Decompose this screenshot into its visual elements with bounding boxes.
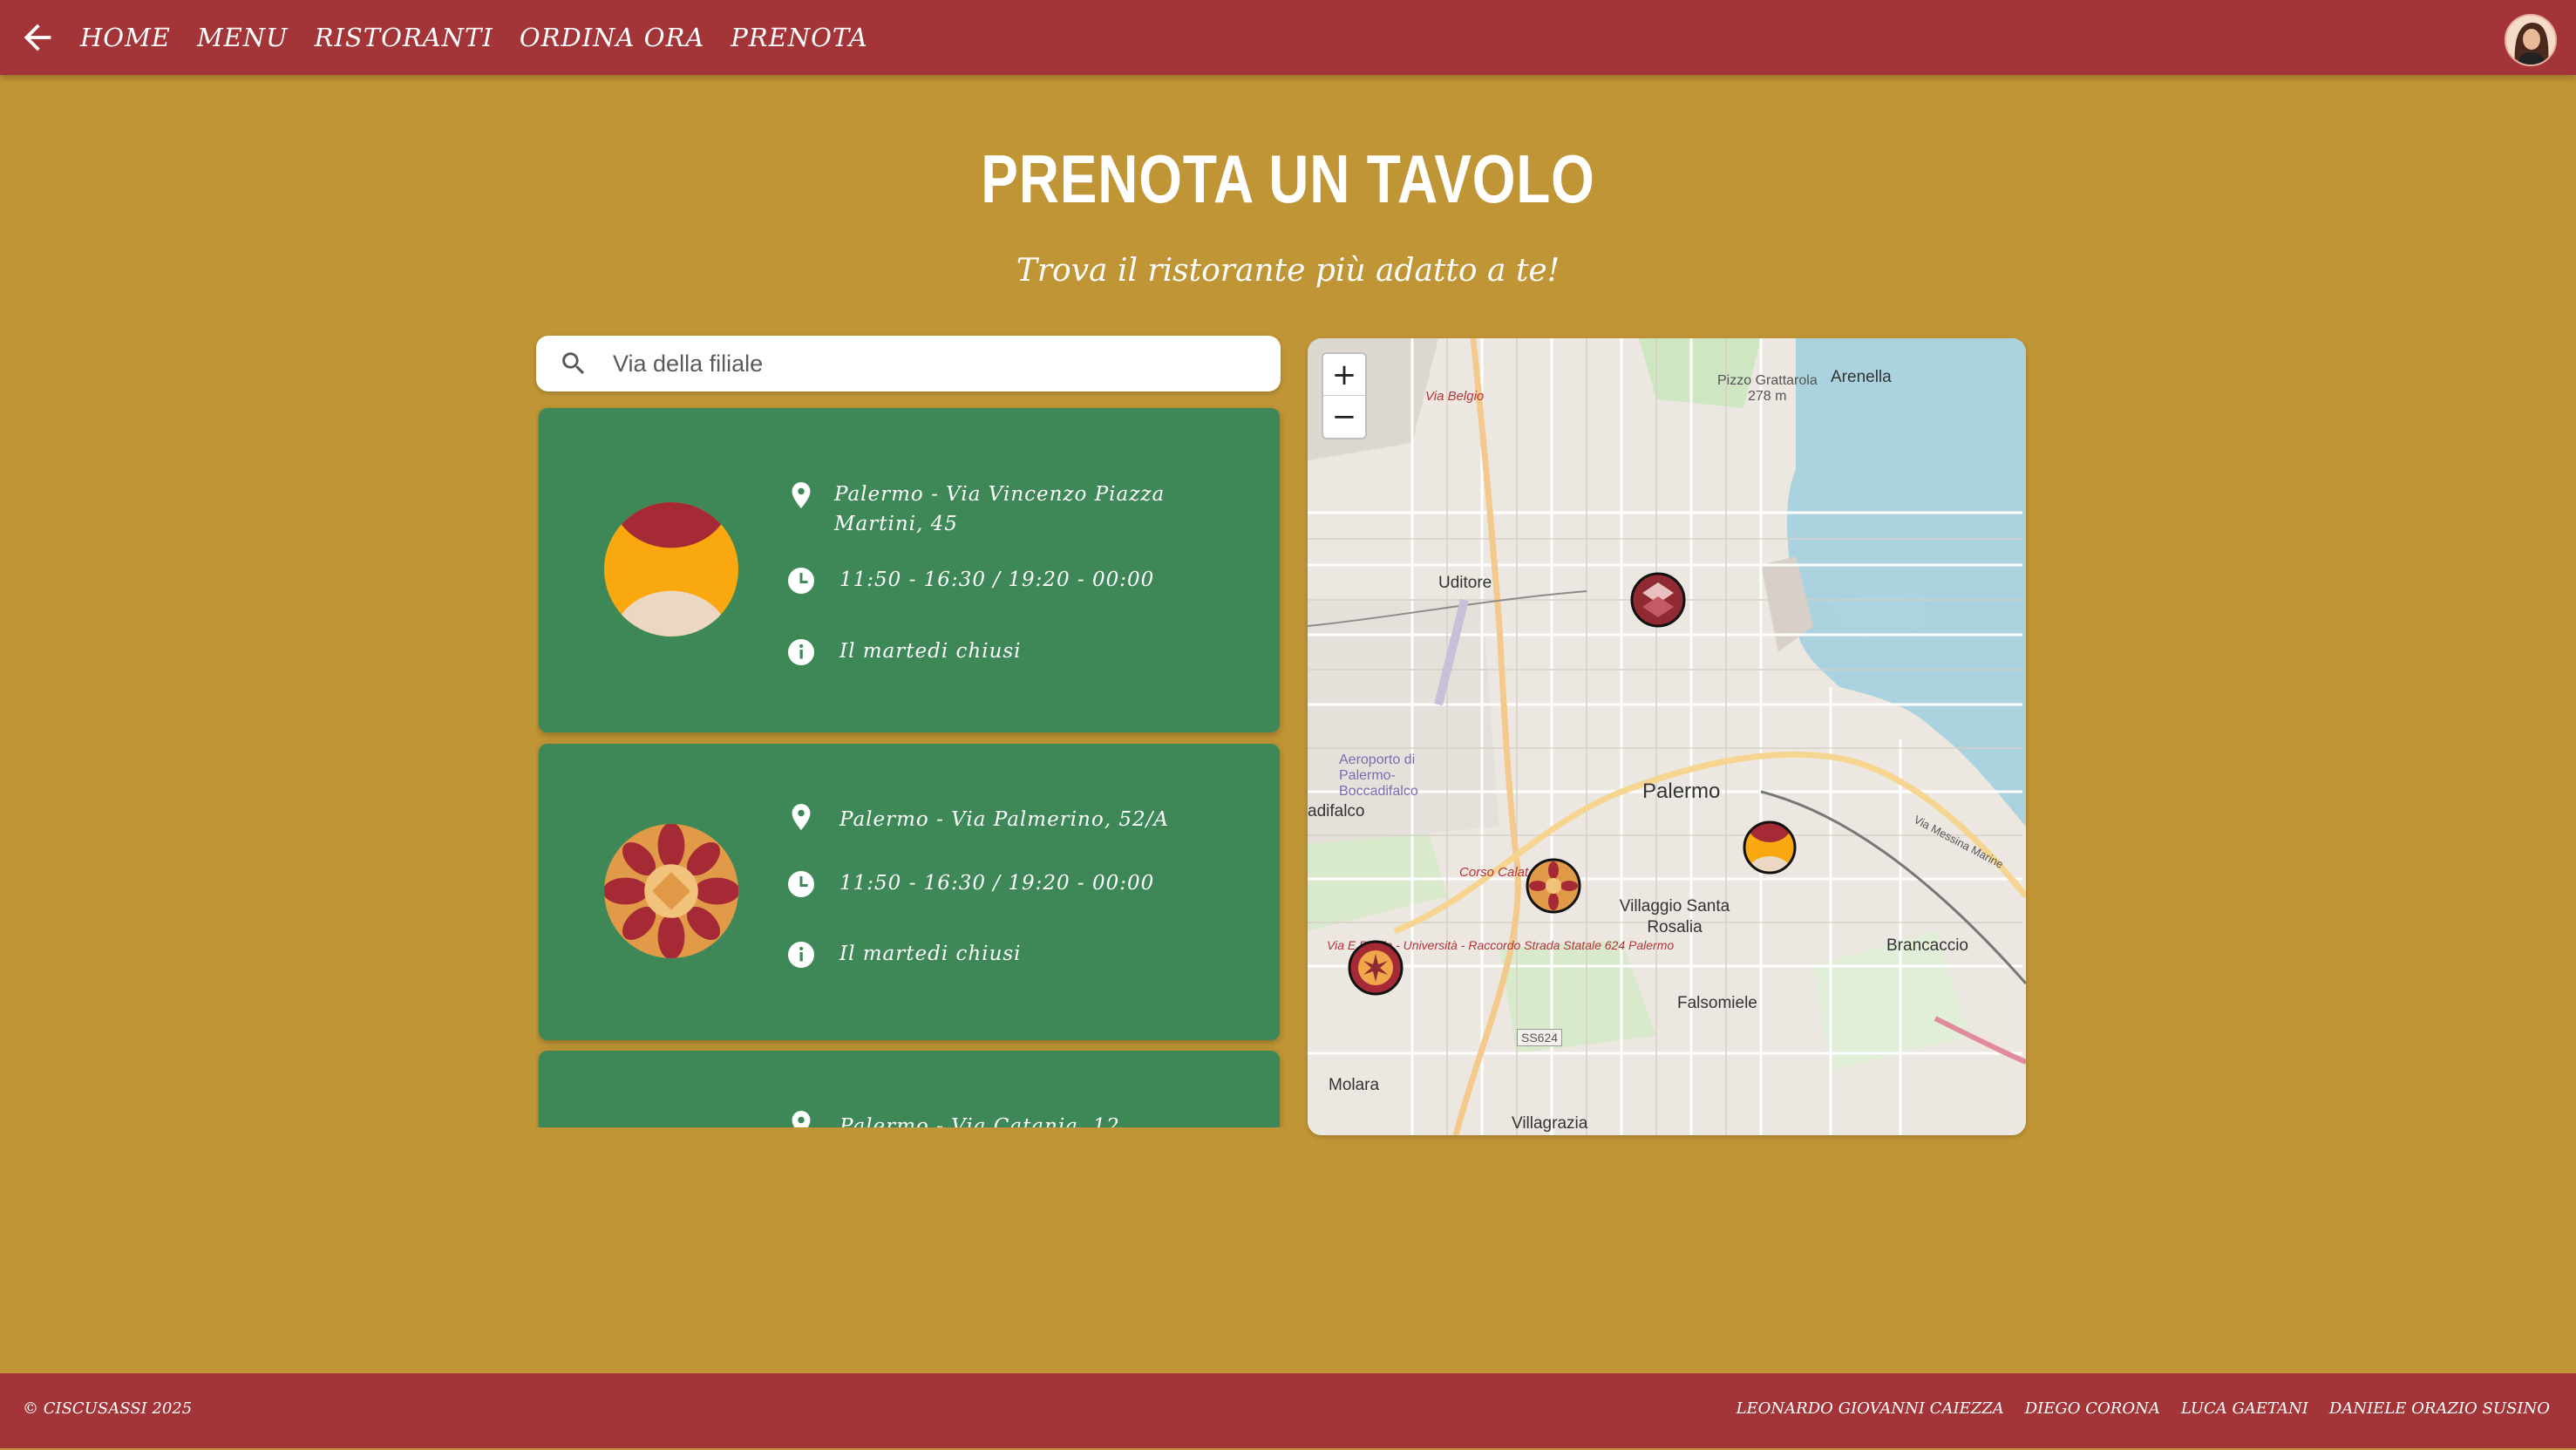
location-pin-icon bbox=[792, 1111, 811, 1127]
map-label: Villagrazia bbox=[1512, 1114, 1588, 1133]
restaurant-hours-row: 11:50 - 16:30 / 19:20 - 00:00 bbox=[785, 868, 1188, 900]
map-label: Brancaccio bbox=[1886, 936, 1968, 955]
restaurant-info-row: Il martedi chiusi bbox=[785, 637, 1188, 668]
nav-link-menu[interactable]: MENU bbox=[197, 23, 289, 52]
map-label: Falsomiele bbox=[1677, 994, 1757, 1012]
nav-link-home[interactable]: HOME bbox=[80, 23, 171, 52]
map-label: 278 m bbox=[1748, 389, 1787, 404]
map-label: Aeroporto di Palermo-Boccadifalco bbox=[1339, 752, 1418, 799]
restaurant-logo-icon bbox=[604, 824, 738, 958]
author-link[interactable]: LUCA GAETANI bbox=[2181, 1399, 2308, 1418]
map-label: Uditore bbox=[1438, 574, 1492, 592]
map-label: Via Belgio bbox=[1425, 389, 1485, 404]
back-arrow-icon[interactable] bbox=[17, 17, 58, 58]
restaurant-address: Palermo - Via Vincenzo Piazza Martini, 4… bbox=[834, 483, 1166, 535]
map-zoom-control: + − bbox=[1322, 352, 1367, 439]
author-list: LEONARDO GIOVANNI CAIEZZA DIEGO CORONA L… bbox=[1737, 1399, 2550, 1418]
page-subtitle: Trova il ristorante più adatto a te! bbox=[1016, 253, 1560, 289]
search-icon bbox=[562, 352, 585, 375]
map-marker[interactable] bbox=[1526, 858, 1581, 914]
restaurant-address-row: Palermo - Via Catania, 12 bbox=[785, 1108, 1188, 1127]
nav-link-ristoranti[interactable]: RISTORANTI bbox=[315, 23, 493, 52]
footer: © CISCUSASSI 2025 LEONARDO GIOVANNI CAIE… bbox=[0, 1373, 2576, 1448]
info-icon bbox=[788, 639, 814, 665]
map-label: adifalco bbox=[1308, 802, 1365, 820]
nav-link-prenota[interactable]: PRENOTA bbox=[731, 23, 867, 52]
map-marker[interactable] bbox=[1630, 572, 1686, 628]
author-link[interactable]: DANIELE ORAZIO SUSINO bbox=[2329, 1399, 2550, 1418]
restaurant-address: Palermo - Via Palmerino, 52/A bbox=[839, 808, 1169, 831]
map-tiles bbox=[1308, 338, 2026, 1135]
author-link[interactable]: LEONARDO GIOVANNI CAIEZZA bbox=[1737, 1399, 2004, 1418]
clock-icon bbox=[788, 568, 814, 594]
copyright: © CISCUSASSI 2025 bbox=[23, 1399, 193, 1418]
restaurant-info: Il martedi chiusi bbox=[839, 640, 1022, 663]
author-link[interactable]: DIEGO CORONA bbox=[2025, 1399, 2160, 1418]
map-label: SS624 bbox=[1517, 1029, 1563, 1046]
restaurant-hours: 11:50 - 16:30 / 19:20 - 00:00 bbox=[839, 568, 1155, 591]
restaurant-hours: 11:50 - 16:30 / 19:20 - 00:00 bbox=[839, 872, 1155, 895]
map-label: Corso Calat bbox=[1459, 865, 1529, 880]
map-label: Pizzo Grattarola bbox=[1717, 373, 1818, 388]
restaurant-address-row: Palermo - Via Palmerino, 52/A bbox=[785, 801, 1188, 834]
map-marker[interactable] bbox=[1742, 820, 1798, 875]
map-label: Palermo bbox=[1642, 779, 1721, 803]
user-avatar[interactable] bbox=[2505, 14, 2557, 66]
zoom-out-button[interactable]: − bbox=[1323, 396, 1365, 437]
restaurant-hours-row: 11:50 - 16:30 / 19:20 - 00:00 bbox=[785, 565, 1188, 596]
zoom-in-button[interactable]: + bbox=[1323, 354, 1365, 395]
nav-link-ordina-ora[interactable]: ORDINA ORA bbox=[520, 23, 704, 52]
restaurant-card[interactable]: Palermo - Via Catania, 12 bbox=[539, 1051, 1280, 1127]
map-label: Molara bbox=[1329, 1076, 1380, 1094]
restaurant-card[interactable]: Palermo - Via Vincenzo Piazza Martini, 4… bbox=[539, 408, 1280, 732]
search-input[interactable] bbox=[611, 341, 1260, 386]
navbar: HOME MENU RISTORANTI ORDINA ORA PRENOTA bbox=[0, 0, 2576, 75]
page-title: PRENOTA UN TAVOLO bbox=[981, 140, 1595, 217]
location-pin-icon bbox=[792, 482, 811, 508]
location-pin-icon bbox=[792, 804, 811, 830]
info-icon bbox=[788, 942, 814, 968]
search-bar bbox=[536, 336, 1281, 391]
restaurant-logo-icon bbox=[604, 502, 738, 637]
restaurant-address: Palermo - Via Catania, 12 bbox=[839, 1115, 1120, 1127]
map-label: Arenella bbox=[1831, 368, 1892, 386]
map[interactable]: + − Via Belgio Pizzo Grattarola 278 m Ar… bbox=[1308, 338, 2026, 1135]
map-marker[interactable] bbox=[1348, 940, 1404, 996]
restaurant-card[interactable]: Palermo - Via Palmerino, 52/A 11:50 - 16… bbox=[539, 744, 1280, 1040]
nav-links: HOME MENU RISTORANTI ORDINA ORA PRENOTA bbox=[80, 0, 868, 75]
clock-icon bbox=[788, 871, 814, 897]
restaurant-address-row: Palermo - Via Vincenzo Piazza Martini, 4… bbox=[785, 480, 1183, 539]
avatar-icon bbox=[2506, 16, 2555, 65]
restaurant-info: Il martedi chiusi bbox=[839, 943, 1022, 965]
map-label: Villaggio Santa Rosalia bbox=[1619, 897, 1730, 936]
restaurant-list[interactable]: Palermo - Via Vincenzo Piazza Martini, 4… bbox=[536, 405, 1286, 1127]
restaurant-info-row: Il martedi chiusi bbox=[785, 939, 1188, 970]
